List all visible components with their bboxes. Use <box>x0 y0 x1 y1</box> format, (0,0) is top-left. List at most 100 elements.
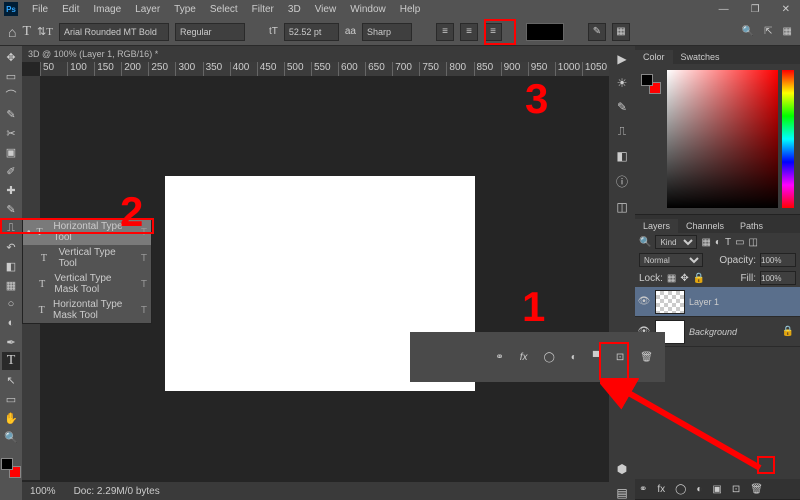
link-layers-icon[interactable]: ⚭ <box>639 484 647 495</box>
home-icon[interactable]: ⌂ <box>8 24 16 40</box>
gradient-tool[interactable]: ▦ <box>2 276 20 294</box>
flyout-horizontal-mask[interactable]: T Horizontal Type Mask Tool T <box>23 297 151 323</box>
brush-panel-icon[interactable]: ✎ <box>617 100 627 114</box>
rectangle-tool[interactable]: ▭ <box>2 390 20 408</box>
visibility-icon[interactable]: 👁 <box>637 296 651 307</box>
tab-paths[interactable]: Paths <box>732 219 771 233</box>
menu-file[interactable]: File <box>26 4 54 15</box>
minimize-button[interactable]: — <box>713 4 735 15</box>
menu-window[interactable]: Window <box>344 4 392 15</box>
tab-swatches[interactable]: Swatches <box>673 50 728 64</box>
frame-tool[interactable]: ▣ <box>2 143 20 161</box>
lock-all-icon[interactable]: ▦ <box>667 273 676 284</box>
filter-smart-icon[interactable]: ◫ <box>749 237 758 248</box>
layer-item[interactable]: 👁 Layer 1 <box>635 287 800 317</box>
menu-type[interactable]: Type <box>168 4 202 15</box>
layer-fx-icon[interactable]: fx <box>657 484 665 495</box>
lock-pos-icon[interactable]: ✥ <box>680 273 688 284</box>
align-left-button[interactable]: ≡ <box>436 23 454 41</box>
filter-pixel-icon[interactable]: ▦ <box>701 237 710 248</box>
tab-channels[interactable]: Channels <box>678 219 732 233</box>
search-icon[interactable]: 🔍 <box>742 26 754 37</box>
menu-filter[interactable]: Filter <box>246 4 280 15</box>
hand-tool[interactable]: ✋ <box>2 409 20 427</box>
antialias-select[interactable] <box>362 23 412 41</box>
layer-fx-icon[interactable]: fx <box>520 352 528 363</box>
delete-layer-icon[interactable]: 🗑 <box>640 352 653 363</box>
align-center-button[interactable]: ≡ <box>460 23 478 41</box>
zoom-level[interactable]: 100% <box>30 486 56 497</box>
align-right-button[interactable]: ≡ <box>484 23 502 41</box>
font-style-select[interactable] <box>175 23 245 41</box>
tab-layers[interactable]: Layers <box>635 219 678 233</box>
warp-text-button[interactable]: ✎ <box>588 23 606 41</box>
group-icon[interactable]: ▀ <box>593 352 600 363</box>
history-brush-tool[interactable]: ↶ <box>2 238 20 256</box>
layer-name[interactable]: Layer 1 <box>689 297 719 307</box>
layer-name[interactable]: Background <box>689 327 737 337</box>
fill-input[interactable] <box>760 271 796 285</box>
menu-select[interactable]: Select <box>204 4 244 15</box>
clone-panel-icon[interactable]: ⎍ <box>618 124 626 139</box>
crop-tool[interactable]: ✂ <box>2 124 20 142</box>
styles-icon[interactable]: ◧ <box>616 149 627 163</box>
adjustment-layer-icon[interactable]: ◐ <box>571 352 577 363</box>
filter-type-icon[interactable]: T <box>725 237 731 248</box>
document-tab[interactable]: 3D @ 100% (Layer 1, RGB/16) * <box>22 46 609 62</box>
quick-select-tool[interactable]: ✎ <box>2 105 20 123</box>
path-tool[interactable]: ↖ <box>2 371 20 389</box>
new-layer-icon[interactable]: ⊡ <box>732 484 740 495</box>
type-tool[interactable]: T <box>2 352 20 370</box>
orientation-icon[interactable]: ⇅T <box>37 25 53 38</box>
lasso-tool[interactable]: ⌒ <box>2 86 20 104</box>
properties-icon[interactable]: ▤ <box>616 486 627 500</box>
pen-tool[interactable]: ✒ <box>2 333 20 351</box>
info-icon[interactable]: ⓘ <box>616 173 628 190</box>
lock-pixel-icon[interactable]: 🔒 <box>693 273 705 284</box>
adjustment-layer-icon[interactable]: ◐ <box>696 484 702 495</box>
menu-3d[interactable]: 3D <box>282 4 307 15</box>
eyedropper-tool[interactable]: ✐ <box>2 162 20 180</box>
share-icon[interactable]: ⇱ <box>764 26 772 37</box>
move-tool[interactable]: ✥ <box>2 48 20 66</box>
flyout-vertical-type[interactable]: T Vertical Type Tool T <box>23 245 151 271</box>
workspace-icon[interactable]: ▦ <box>783 26 792 37</box>
opacity-input[interactable] <box>760 253 796 267</box>
restore-button[interactable]: ❐ <box>745 4 766 15</box>
healing-tool[interactable]: ✚ <box>2 181 20 199</box>
zoom-tool[interactable]: 🔍 <box>2 428 20 446</box>
tool-preset-icon[interactable]: T <box>22 24 31 40</box>
nav-icon[interactable]: ◫ <box>616 200 627 214</box>
flyout-vertical-mask[interactable]: T Vertical Type Mask Tool T <box>23 271 151 297</box>
link-layers-icon[interactable]: ⚭ <box>495 352 503 363</box>
color-swatches[interactable] <box>1 458 21 478</box>
group-icon[interactable]: ▣ <box>712 484 721 495</box>
delete-layer-icon[interactable]: 🗑 <box>750 484 763 495</box>
layer-filter-select[interactable]: Kind <box>655 235 697 249</box>
menu-view[interactable]: View <box>309 4 343 15</box>
stamp-tool[interactable]: ⎍ <box>2 219 20 237</box>
text-color-swatch[interactable] <box>526 23 564 41</box>
character-panel-button[interactable]: ▦ <box>612 23 630 41</box>
filter-adjust-icon[interactable]: ◐ <box>715 237 721 248</box>
font-family-select[interactable] <box>59 23 169 41</box>
menu-layer[interactable]: Layer <box>129 4 166 15</box>
menu-help[interactable]: Help <box>394 4 427 15</box>
menu-edit[interactable]: Edit <box>56 4 85 15</box>
font-size-input[interactable] <box>284 23 339 41</box>
menu-image[interactable]: Image <box>87 4 127 15</box>
blur-tool[interactable]: ○ <box>2 295 20 313</box>
color-fgbg[interactable] <box>641 74 661 94</box>
play-icon[interactable]: ▶ <box>617 52 626 66</box>
marquee-tool[interactable]: ▭ <box>2 67 20 85</box>
filter-shape-icon[interactable]: ▭ <box>735 237 744 248</box>
layer-thumb[interactable] <box>655 290 685 314</box>
adjust-icon[interactable]: ☀ <box>617 76 628 90</box>
close-button[interactable]: ✕ <box>776 4 796 15</box>
tab-color[interactable]: Color <box>635 50 673 64</box>
new-layer-icon[interactable]: ⊡ <box>616 352 624 363</box>
layer-mask-icon[interactable]: ◯ <box>675 484 686 495</box>
layer-mask-icon[interactable]: ◯ <box>544 352 555 363</box>
hue-slider[interactable] <box>782 70 794 208</box>
color-field[interactable] <box>667 70 778 208</box>
